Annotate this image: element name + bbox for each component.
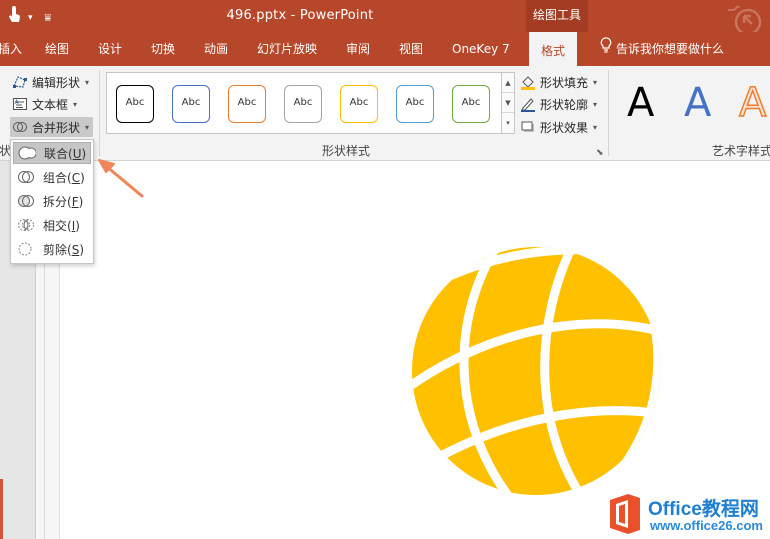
shape-fill-label: 形状填充 — [540, 75, 589, 90]
menu-item-union[interactable]: 联合(U) — [13, 142, 91, 164]
ribbon-tab-bar: 插入 绘图 设计 切换 动画 幻灯片放映 审阅 视图 OneKey 7 格式 告… — [0, 32, 770, 66]
chevron-down-icon: ▾ — [593, 77, 598, 87]
ribbon-separator — [99, 70, 100, 156]
shape-outline-button[interactable]: 形状轮廓 ▾ — [520, 94, 597, 114]
ribbon-separator — [608, 70, 609, 156]
tab-design[interactable]: 设计 — [98, 32, 122, 66]
menu-item-intersect[interactable]: 相交(I) — [13, 214, 91, 236]
office-logo-icon — [610, 494, 640, 534]
shape-style-gallery: Abc Abc Abc Abc Abc Abc Abc — [106, 72, 502, 134]
menu-item-subtract-label: 剪除(S) — [43, 242, 85, 257]
watermark-site-name: Office教程网 — [648, 499, 759, 520]
slide-canvas[interactable] — [60, 161, 770, 539]
lightbulb-icon — [600, 32, 612, 66]
menu-item-combine-label: 组合(C) — [43, 170, 85, 185]
menu-item-intersect-label: 相交(I) — [43, 218, 80, 233]
menu-item-union-label: 联合(U) — [44, 146, 87, 161]
window-title: 496.pptx - PowerPoint — [226, 8, 374, 23]
shape-style-swatch[interactable]: Abc — [396, 85, 434, 123]
ribbon: 编辑形状 ▾ A 文本框 ▾ 合并形状 ▾ 状 Abc Abc Abc Abc … — [0, 66, 770, 161]
shape-style-swatch[interactable]: Abc — [284, 85, 322, 123]
edit-shape-label: 编辑形状 — [32, 75, 81, 90]
tab-slideshow[interactable]: 幻灯片放映 — [257, 32, 317, 66]
gallery-scroll-down-icon[interactable]: ▼ — [502, 93, 514, 113]
gallery-more-icon[interactable]: ▾ — [502, 113, 514, 133]
merge-shapes-label: 合并形状 — [32, 120, 81, 135]
tab-transitions[interactable]: 切换 — [151, 32, 175, 66]
drawing-tools-context-label: 绘图工具 — [526, 0, 588, 32]
chevron-down-icon: ▾ — [593, 99, 598, 109]
menu-item-fragment[interactable]: 拆分(F) — [13, 190, 91, 212]
text-box-label: 文本框 — [32, 97, 69, 112]
tell-me-search[interactable]: 告诉我你想要做什么 — [600, 32, 724, 66]
selected-slide-indicator — [0, 479, 3, 539]
watermark-url: www.office26.com — [650, 518, 763, 533]
shape-style-swatch[interactable]: Abc — [172, 85, 210, 123]
text-box-button[interactable]: A 文本框 ▾ — [12, 94, 77, 114]
paint-bucket-icon — [520, 74, 536, 90]
chevron-down-icon: ▾ — [85, 77, 90, 87]
dialog-launcher-icon[interactable]: ⬊ — [596, 148, 604, 158]
fragment-icon — [17, 193, 35, 209]
shape-effects-icon — [520, 119, 536, 135]
merge-shapes-menu: 联合(U) 组合(C) 拆分(F) 相交(I) 剪除(S) — [10, 139, 94, 264]
globe-disc[interactable] — [412, 247, 660, 495]
union-icon — [18, 145, 37, 161]
chevron-down-icon: ▾ — [593, 122, 598, 132]
menu-item-subtract[interactable]: 剪除(S) — [13, 238, 91, 260]
edit-shape-button[interactable]: 编辑形状 ▾ — [12, 72, 89, 92]
subtract-icon — [17, 241, 35, 257]
title-bar: ▾ ⩸ 496.pptx - PowerPoint 绘图工具 — [0, 0, 770, 36]
tell-me-label: 告诉我你想要做什么 — [616, 42, 725, 56]
intersect-icon — [17, 217, 35, 233]
pen-outline-icon — [520, 96, 536, 112]
shape-style-swatch[interactable]: Abc — [340, 85, 378, 123]
gallery-scroll: ▲ ▼ ▾ — [502, 72, 515, 134]
wordart-sample-black[interactable]: A — [627, 80, 654, 126]
gallery-scroll-up-icon[interactable]: ▲ — [502, 73, 514, 93]
text-box-icon: A — [12, 96, 28, 112]
chevron-down-icon: ▾ — [73, 99, 78, 109]
edit-shape-icon — [12, 74, 28, 90]
combine-icon — [17, 169, 35, 185]
shape-effects-button[interactable]: 形状效果 ▾ — [520, 117, 597, 137]
shape-effects-label: 形状效果 — [540, 120, 589, 135]
site-watermark: Office教程网 www.office26.com — [606, 492, 770, 538]
chevron-down-icon: ▾ — [85, 122, 90, 132]
tab-insert[interactable]: 插入 — [0, 32, 22, 66]
decorative-corner-icon — [728, 4, 770, 36]
tab-review[interactable]: 审阅 — [346, 32, 370, 66]
merge-shapes-button[interactable]: 合并形状 ▾ — [10, 117, 94, 137]
globe-shape[interactable] — [60, 161, 770, 539]
tab-animations[interactable]: 动画 — [204, 32, 228, 66]
wordart-styles-group-label: 艺术字样式 — [712, 144, 770, 158]
shape-fill-button[interactable]: 形状填充 ▾ — [520, 72, 597, 92]
shape-outline-label: 形状轮廓 — [540, 97, 589, 112]
tab-onekey[interactable]: OneKey 7 — [452, 32, 510, 66]
tab-draw[interactable]: 绘图 — [45, 32, 69, 66]
merge-shapes-icon — [12, 119, 28, 135]
wordart-sample-blue[interactable]: A — [684, 80, 711, 126]
menu-item-fragment-label: 拆分(F) — [43, 194, 84, 209]
shape-style-swatch[interactable]: Abc — [116, 85, 154, 123]
wordart-sample-orange[interactable]: A — [738, 79, 767, 127]
shape-styles-group-label: 形状样式 — [322, 144, 371, 158]
tab-format[interactable]: 格式 — [529, 32, 578, 66]
shape-style-swatch[interactable]: Abc — [452, 85, 490, 123]
shape-style-swatch[interactable]: Abc — [228, 85, 266, 123]
tab-view[interactable]: 视图 — [399, 32, 423, 66]
menu-item-combine[interactable]: 组合(C) — [13, 166, 91, 188]
